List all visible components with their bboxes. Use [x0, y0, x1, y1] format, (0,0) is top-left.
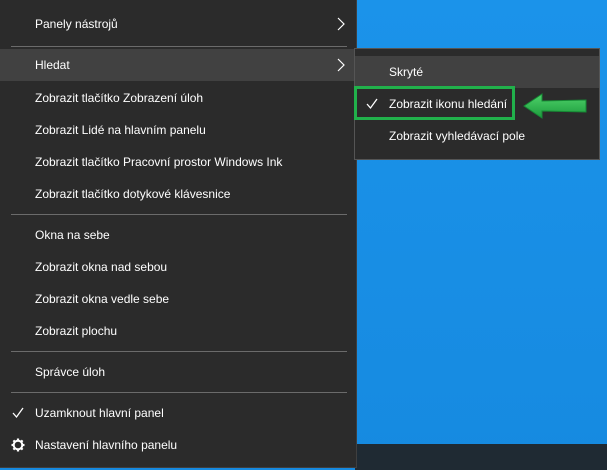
submenu-item-label: Zobrazit ikonu hledání: [389, 97, 508, 111]
arrow-left-icon: [523, 93, 587, 119]
menu-item-label: Zobrazit okna nad sebou: [35, 260, 168, 274]
menu-item-label: Zobrazit okna vedle sebe: [35, 292, 170, 306]
menu-item-label: Zobrazit Lidé na hlavním panelu: [35, 123, 206, 137]
menu-item-stack-windows[interactable]: Zobrazit okna nad sebou: [0, 251, 356, 283]
checkmark-icon: [12, 407, 24, 419]
menu-item-label: Okna na sebe: [35, 228, 110, 242]
menu-separator: [11, 46, 347, 47]
taskbar: [355, 444, 607, 470]
menu-item-cascade-windows[interactable]: Okna na sebe: [0, 219, 356, 251]
gear-icon: [11, 438, 25, 452]
menu-item-label: Zobrazit tlačítko Zobrazení úloh: [35, 91, 204, 105]
menu-separator: [11, 351, 347, 352]
taskbar-context-menu: Panely nástrojů Hledat Zobrazit tlačítko…: [0, 0, 357, 468]
menu-item-show-desktop[interactable]: Zobrazit plochu: [0, 315, 356, 347]
submenu-item-label: Zobrazit vyhledávací pole: [389, 129, 526, 143]
menu-item-label: Hledat: [35, 58, 70, 72]
menu-item-label: Zobrazit tlačítko Pracovní prostor Windo…: [35, 155, 283, 169]
checkmark-icon: [366, 98, 378, 110]
menu-item-windows-ink[interactable]: Zobrazit tlačítko Pracovní prostor Windo…: [0, 146, 356, 178]
menu-item-label: Nastavení hlavního panelu: [35, 438, 178, 452]
menu-item-label: Uzamknout hlavní panel: [35, 406, 164, 420]
menu-item-label: Zobrazit plochu: [35, 324, 118, 338]
menu-separator: [11, 392, 347, 393]
menu-item-task-manager[interactable]: Správce úloh: [0, 356, 356, 388]
menu-item-people[interactable]: Zobrazit Lidé na hlavním panelu: [0, 114, 356, 146]
menu-item-touch-keyboard[interactable]: Zobrazit tlačítko dotykové klávesnice: [0, 178, 356, 210]
submenu-item-label: Skryté: [389, 65, 424, 79]
submenu-item-show-search-box[interactable]: Zobrazit vyhledávací pole: [355, 120, 599, 152]
menu-item-search[interactable]: Hledat: [0, 49, 356, 81]
menu-separator: [11, 214, 347, 215]
menu-item-label: Správce úloh: [35, 365, 106, 379]
chevron-right-icon: [337, 17, 345, 31]
menu-item-taskbar-settings[interactable]: Nastavení hlavního panelu: [0, 429, 356, 461]
menu-item-side-by-side[interactable]: Zobrazit okna vedle sebe: [0, 283, 356, 315]
submenu-item-hidden[interactable]: Skryté: [355, 56, 599, 88]
menu-item-lock-taskbar[interactable]: Uzamknout hlavní panel: [0, 397, 356, 429]
menu-item-toolbars[interactable]: Panely nástrojů: [0, 8, 356, 40]
menu-item-task-view-button[interactable]: Zobrazit tlačítko Zobrazení úloh: [0, 82, 356, 114]
menu-item-label: Panely nástrojů: [35, 17, 118, 31]
chevron-right-icon: [337, 58, 345, 72]
menu-item-label: Zobrazit tlačítko dotykové klávesnice: [35, 187, 231, 201]
